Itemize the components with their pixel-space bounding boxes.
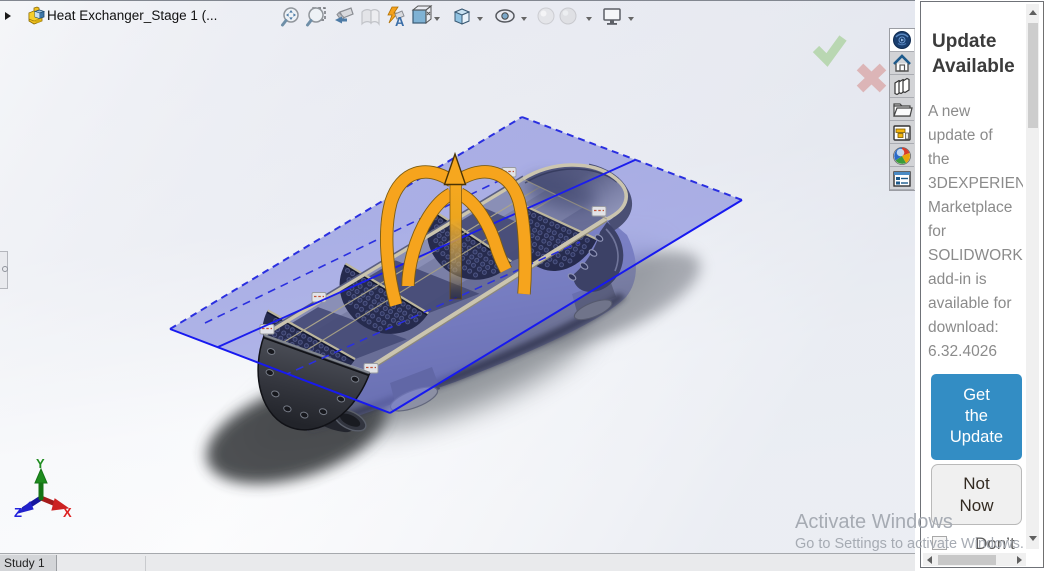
svg-text:A: A bbox=[395, 14, 405, 29]
svg-text:Z: Z bbox=[14, 505, 22, 520]
svg-text:X: X bbox=[63, 505, 72, 520]
svg-text:Y: Y bbox=[36, 456, 45, 471]
